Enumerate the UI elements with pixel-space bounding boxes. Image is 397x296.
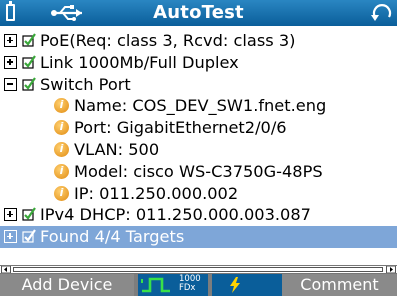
tree-row-switch-port[interactable]: Switch Port xyxy=(0,74,397,96)
tree-row-ip[interactable]: IP: 011.250.000.002 xyxy=(0,182,397,205)
tree-row-label: IP: 011.250.000.002 xyxy=(74,183,239,203)
tree-row-found-targets[interactable]: Found 4/4 Targets xyxy=(0,226,397,248)
lightning-icon xyxy=(230,277,240,293)
tree-row-ipv4-dhcp[interactable]: IPv4 DHCP: 011.250.000.003.087 xyxy=(0,204,397,226)
expand-icon[interactable] xyxy=(4,230,17,244)
link-pulse-icon xyxy=(141,277,170,293)
collapse-icon[interactable] xyxy=(4,77,17,91)
tree-row-label: Found 4/4 Targets xyxy=(40,227,185,247)
tree-row-poe[interactable]: PoE(Req: class 3, Rcvd: class 3) xyxy=(0,30,397,52)
check-icon xyxy=(22,229,36,243)
tree-row-label: Link 1000Mb/Full Duplex xyxy=(40,52,239,72)
expand-icon[interactable] xyxy=(4,208,17,222)
tree-row-label: Port: GigabitEthernet2/0/6 xyxy=(74,118,287,138)
check-icon xyxy=(22,55,36,69)
scroll-left-icon[interactable] xyxy=(1,266,11,273)
info-icon xyxy=(54,138,69,160)
add-device-button[interactable]: Add Device xyxy=(0,274,134,296)
expand-icon[interactable] xyxy=(4,55,17,69)
check-icon xyxy=(22,33,36,47)
link-status[interactable]: 1000 FDx xyxy=(138,274,208,296)
tree-row-label: Model: cisco WS-C3750G-48PS xyxy=(74,161,323,181)
tree-row-label: PoE(Req: class 3, Rcvd: class 3) xyxy=(40,31,296,50)
poe-status[interactable] xyxy=(212,274,282,296)
expand-icon[interactable] xyxy=(4,34,17,47)
tree-row-switch-port-id[interactable]: Port: GigabitEthernet2/0/6 xyxy=(0,116,397,139)
tree-row-label: Switch Port xyxy=(40,74,131,94)
comment-button[interactable]: Comment xyxy=(282,274,397,296)
scroll-right-icon[interactable] xyxy=(386,266,396,273)
tree-row-label: IPv4 DHCP: 011.250.000.003.087 xyxy=(40,205,311,225)
tree-row-switch-name[interactable]: Name: COS_DEV_SW1.fnet.eng xyxy=(0,94,397,117)
info-icon xyxy=(54,160,69,182)
tree-row-label: Name: COS_DEV_SW1.fnet.eng xyxy=(74,96,327,116)
tree-row-label: VLAN: 500 xyxy=(74,139,160,159)
tree-row-vlan[interactable]: VLAN: 500 xyxy=(0,138,397,161)
horizontal-scrollbar[interactable] xyxy=(0,265,397,274)
title-bar: AutoTest xyxy=(0,0,397,26)
bottom-toolbar: Add Device 1000 FDx Comment xyxy=(0,274,397,296)
app-title: AutoTest xyxy=(153,2,244,23)
tree-row-link[interactable]: Link 1000Mb/Full Duplex xyxy=(0,52,397,74)
tree-row-model[interactable]: Model: cisco WS-C3750G-48PS xyxy=(0,160,397,183)
scroll-thumb[interactable] xyxy=(13,267,383,272)
info-icon xyxy=(54,116,69,138)
link-duplex: FDx xyxy=(179,283,196,293)
info-icon xyxy=(54,182,69,203)
refresh-icon[interactable] xyxy=(369,1,395,25)
info-icon xyxy=(54,94,69,116)
results-tree: PoE(Req: class 3, Rcvd: class 3) Link 10… xyxy=(0,30,397,248)
check-icon xyxy=(22,76,36,91)
link-speed-label: 1000 FDx xyxy=(179,275,201,293)
check-icon xyxy=(22,207,36,221)
